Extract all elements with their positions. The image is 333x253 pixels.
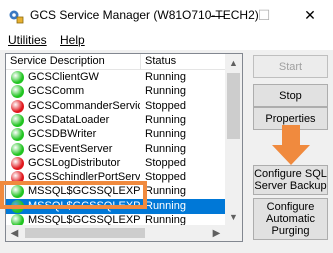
table-row[interactable]: GCSEventServer Running — [6, 142, 225, 157]
menu-help[interactable]: Help — [60, 33, 85, 47]
annotation-highlight-box — [0, 181, 147, 209]
service-status: Stopped — [145, 100, 186, 112]
service-name: GCSComm — [28, 85, 85, 97]
service-status: Running — [145, 71, 186, 83]
table-row[interactable]: GCSDBWriter Running — [6, 127, 225, 142]
vertical-scrollbar[interactable]: ▲ ▼ — [225, 54, 242, 225]
service-status: Running — [145, 214, 186, 225]
status-dot-icon — [11, 214, 24, 225]
scroll-corner — [225, 225, 242, 241]
service-status: Running — [145, 128, 186, 140]
stop-button[interactable]: Stop — [253, 84, 328, 107]
scroll-down-icon[interactable]: ▼ — [225, 208, 242, 225]
service-status: Running — [145, 200, 186, 212]
service-manager-window: GCS Service Manager (W81O710-TECH2) — ☐ … — [0, 0, 333, 253]
status-dot-icon — [11, 143, 24, 156]
configure-sql-label-line1: Configure SQL — [254, 168, 327, 180]
service-status: Stopped — [145, 171, 186, 183]
service-name: GCSCommanderService — [28, 100, 140, 112]
scroll-up-icon[interactable]: ▲ — [225, 54, 242, 71]
status-dot-icon — [11, 71, 24, 84]
status-dot-icon — [11, 114, 24, 127]
close-icon: ✕ — [304, 6, 316, 23]
services-list[interactable]: Service Description Status GCSClientGW Ru… — [5, 53, 243, 242]
column-service-description[interactable]: Service Description — [10, 55, 105, 67]
maximize-icon: ☐ — [257, 6, 271, 23]
configure-purge-label-line1: Configure — [266, 201, 315, 213]
app-gear-icon — [9, 10, 24, 24]
table-row[interactable]: GCSCommanderService Stopped — [6, 99, 225, 114]
service-name: GCSDBWriter — [28, 128, 97, 140]
horizontal-scrollbar[interactable]: ◀ ▶ — [6, 225, 225, 241]
table-row[interactable]: GCSLogDistributor Stopped — [6, 156, 225, 171]
column-status[interactable]: Status — [145, 55, 176, 67]
table-row[interactable]: MSSQL$GCSSQLEXPR... Running — [6, 213, 225, 225]
status-dot-icon — [11, 157, 24, 170]
configure-automatic-purging-button[interactable]: Configure Automatic Purging — [253, 198, 328, 240]
maximize-button[interactable]: ☐ — [241, 0, 287, 30]
table-row[interactable]: GCSComm Running — [6, 84, 225, 99]
table-row[interactable]: GCSClientGW Running — [6, 70, 225, 85]
service-status: Stopped — [145, 157, 186, 169]
service-name: GCSEventServer — [28, 143, 113, 155]
scroll-right-icon[interactable]: ▶ — [208, 225, 225, 241]
service-status: Running — [145, 185, 186, 197]
service-name: GCSClientGW — [28, 71, 99, 83]
horizontal-scroll-thumb[interactable] — [25, 228, 145, 238]
minimize-button[interactable]: — — [195, 0, 241, 30]
close-button[interactable]: ✕ — [287, 0, 333, 30]
title-bar: GCS Service Manager (W81O710-TECH2) — ☐ … — [0, 0, 333, 30]
list-header: Service Description Status — [6, 54, 225, 70]
annotation-arrow-icon — [272, 125, 310, 165]
service-status: Running — [145, 114, 186, 126]
status-dot-icon — [11, 128, 24, 141]
configure-purge-label-line2: Automatic — [266, 213, 315, 225]
vertical-scroll-thumb[interactable] — [227, 73, 240, 139]
start-button[interactable]: Start — [253, 55, 328, 78]
service-status: Running — [145, 143, 186, 155]
configure-purge-label-line3: Purging — [271, 225, 310, 237]
service-name: GCSLogDistributor — [28, 157, 121, 169]
properties-button-label: Properties — [265, 112, 316, 125]
status-dot-icon — [11, 100, 24, 113]
configure-sql-server-backup-button[interactable]: Configure SQL Server Backup — [253, 165, 328, 195]
status-dot-icon — [11, 85, 24, 98]
configure-sql-label-line2: Server Backup — [254, 180, 327, 192]
menu-bar: Utilities Help — [0, 30, 333, 50]
menu-utilities[interactable]: Utilities — [8, 33, 47, 47]
service-status: Running — [145, 85, 186, 97]
stop-button-label: Stop — [279, 89, 302, 102]
scroll-left-icon[interactable]: ◀ — [6, 225, 23, 241]
column-divider[interactable] — [140, 54, 141, 69]
start-button-label: Start — [278, 60, 303, 73]
minimize-icon: — — [211, 7, 225, 23]
service-name: MSSQL$GCSSQLEXPR... — [28, 214, 140, 225]
service-name: GCSDataLoader — [28, 114, 110, 126]
table-row[interactable]: GCSDataLoader Running — [6, 113, 225, 128]
